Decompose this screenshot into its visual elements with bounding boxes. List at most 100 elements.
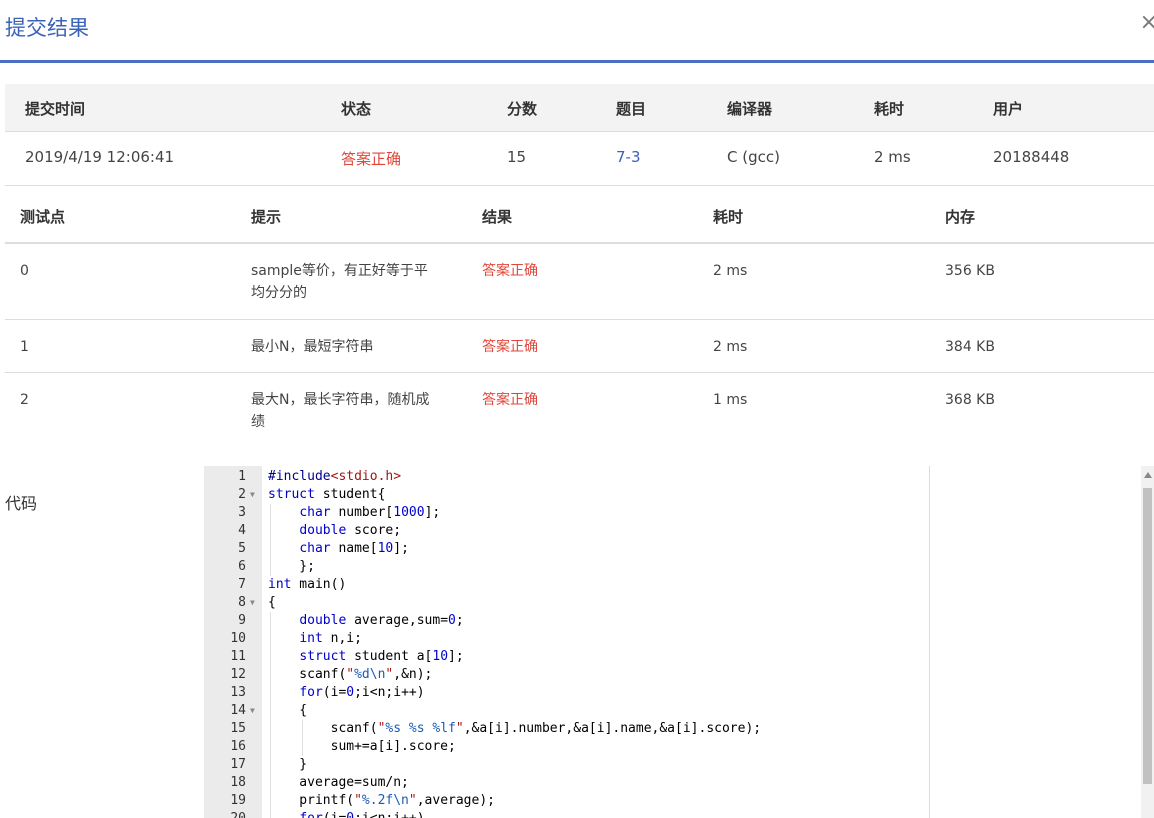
summary-header-row: 提交时间 状态 分数 题目 编译器 耗时 用户 [5,84,1154,132]
code-text: average=sum/n; [268,775,409,790]
code-line: 15 scanf("%s %s %lf",&a[i].number,&a[i].… [204,720,929,738]
code-text: struct student a[10]; [299,649,464,664]
line-number: 9 [238,613,246,628]
code-line: 16 sum+=a[i].score; [204,738,929,756]
testcase-id: 2 [20,392,29,408]
line-number: 10 [230,631,246,646]
testcase-row: 1 最小N，最短字符串 答案正确 2 ms 384 KB [5,320,1154,373]
code-text: int main() [268,577,347,592]
testcase-time: 2 ms [713,339,748,355]
code-line: 2 ▼ struct student{ [204,486,929,504]
line-number: 18 [230,775,246,790]
hint-line: 均分分的 [251,285,307,301]
code-line: 12 scanf("%d\n",&n); [204,666,929,684]
code-text: { [268,595,276,610]
code-text: double score; [299,523,402,538]
code-text: struct student{ [268,487,386,502]
testcase-memory: 368 KB [945,392,995,408]
line-number: 3 [238,505,246,520]
testcase-id: 1 [20,339,29,355]
code-line: 10 int n,i; [204,630,929,648]
code-text: #include<stdio.h> [268,469,402,484]
code-line: 9 double average,sum=0; [204,612,929,630]
header-problem: 题目 [616,100,647,118]
hint-line: 绩 [251,414,265,430]
line-number: 1 [238,469,246,484]
close-icon[interactable]: × [1140,10,1154,35]
submit-time: 2019/4/19 12:06:41 [25,148,175,166]
code-text: for(i=0;i<n;i++) [299,685,425,700]
code-line: 4 double score; [204,522,929,540]
header-case-time: 耗时 [713,208,744,226]
score: 15 [507,148,527,166]
compiler: C (gcc) [727,148,780,166]
fold-toggle-icon[interactable]: ▼ [250,594,255,612]
summary-row: 2019/4/19 12:06:41 答案正确 15 7-3 C (gcc) 2… [5,132,1154,186]
scroll-thumb[interactable] [1143,488,1152,784]
line-number: 12 [230,667,246,682]
testcase-table: 测试点 提示 结果 耗时 内存 0 sample等价，有正好等于平 均分分的 答案… [5,187,1154,443]
line-number: 19 [230,793,246,808]
header-memory: 内存 [945,208,976,226]
testcase-row: 2 最大N，最长字符串，随机成绩 答案正确 1 ms 368 KB [5,373,1154,443]
code-text: scanf("%s %s %lf",&a[i].number,&a[i].nam… [268,721,762,736]
header-submit-time: 提交时间 [25,100,86,118]
indent-guide [270,504,271,576]
submission-summary-table: 提交时间 状态 分数 题目 编译器 耗时 用户 2019/4/19 12:06:… [5,84,1154,186]
indent-guide [302,720,303,756]
header-time: 耗时 [874,100,905,118]
code-line: 18 average=sum/n; [204,774,929,792]
line-number: 8 [238,595,246,610]
fold-toggle-icon[interactable]: ▼ [250,486,255,504]
line-number: 4 [238,523,246,538]
modal-header: 提交结果 × [0,0,1154,63]
code-text: sum+=a[i].score; [268,739,456,754]
code-line: 19 printf("%.2f\n",average); [204,792,929,810]
header-hint: 提示 [251,208,282,226]
indent-guide [270,612,271,818]
testcase-hint: 最小N，最短字符串 [251,339,374,355]
testcase-header-row: 测试点 提示 结果 耗时 内存 [5,187,1154,244]
hint-line: sample等价，有正好等于平 [251,263,428,279]
line-number: 11 [230,649,246,664]
fold-toggle-icon[interactable]: ▼ [250,702,255,720]
code-line: 11 struct student a[10]; [204,648,929,666]
status-accepted: 答案正确 [341,150,402,168]
testcase-time: 1 ms [713,392,748,408]
line-number: 15 [230,721,246,736]
code-text: double average,sum=0; [299,613,464,628]
code-text: char name[10]; [299,541,409,556]
user-id: 20188448 [993,148,1070,166]
code-text: }; [268,559,315,574]
hint-line: 最大N，最长字符串，随机成 [251,392,430,408]
line-number: 7 [238,577,246,592]
line-number: 16 [230,739,246,754]
testcase-result: 答案正确 [482,392,538,408]
vertical-scrollbar[interactable] [1141,466,1154,818]
testcase-result: 答案正确 [482,339,538,355]
code-line: 20 for(i=0;i<n;i++) [204,810,929,818]
code-line: 7 int main() [204,576,929,594]
testcase-hint: 最大N，最长字符串，随机成绩 [251,389,429,433]
header-compiler: 编译器 [727,100,773,118]
code-editor[interactable]: 1 #include<stdio.h> 2 ▼ struct student{3 cha… [204,466,930,818]
line-number: 6 [238,559,246,574]
testcase-result: 答案正确 [482,263,538,279]
line-number: 5 [238,541,246,556]
header-status: 状态 [341,100,372,118]
line-number: 17 [230,757,246,772]
code-line: 14 ▼ { [204,702,929,720]
header-result: 结果 [482,208,513,226]
line-number: 20 [204,810,246,818]
code-line: 8 ▼ { [204,594,929,612]
code-label: 代码 [5,494,38,513]
problem-link[interactable]: 7-3 [616,148,641,166]
testcase-time: 2 ms [713,263,748,279]
code-line: 13 for(i=0;i<n;i++) [204,684,929,702]
code-line: 5 char name[10]; [204,540,929,558]
scroll-up-arrow-icon[interactable] [1144,472,1152,478]
code-line: 17 } [204,756,929,774]
line-number: 13 [230,685,246,700]
code-text: char number[1000]; [299,505,441,520]
header-user: 用户 [993,100,1024,118]
